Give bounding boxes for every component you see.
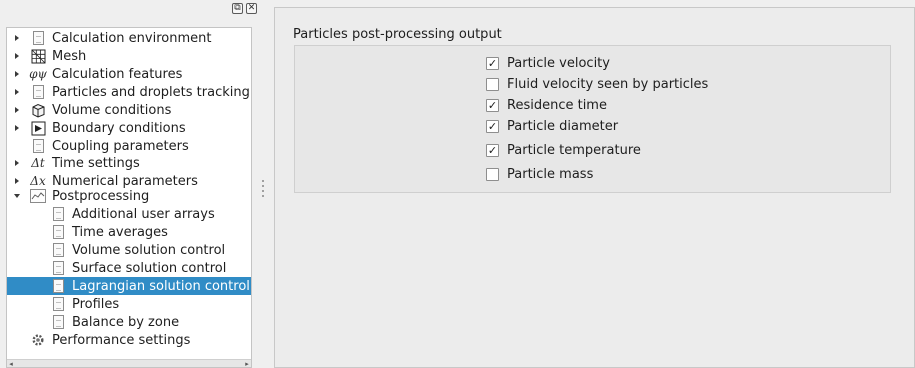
expand-arrow-icon[interactable] xyxy=(12,87,22,97)
navigation-tree[interactable]: Performance settings Balance by zone Profi… xyxy=(6,27,252,368)
checkmark-icon: ✓ xyxy=(487,98,498,112)
document-icon xyxy=(30,84,46,100)
tree-item[interactable]: Boundary conditions xyxy=(7,119,251,137)
document-icon xyxy=(30,138,46,154)
tree-item[interactable]: Calculation environment xyxy=(7,29,251,47)
tree-item-label: Balance by zone xyxy=(72,314,180,330)
tree-item-label: Additional user arrays xyxy=(72,206,215,222)
expand-arrow-icon[interactable] xyxy=(12,176,22,186)
checked-checkbox[interactable]: ✓ xyxy=(486,119,499,133)
option-checkbox-row[interactable]: Fluid velocity seen by particles xyxy=(486,75,708,93)
tree-item-label: Volume solution control xyxy=(72,242,226,258)
tree-item-label: Mesh xyxy=(52,48,87,64)
tree-item[interactable]: Δx Numerical parameters xyxy=(7,172,251,190)
expand-arrow-icon[interactable] xyxy=(12,51,22,61)
float-dock-button[interactable]: ⧉ xyxy=(232,3,243,14)
tree-item[interactable]: Performance settings xyxy=(7,331,251,349)
option-label: Particle mass xyxy=(507,166,594,182)
tree-item-label: Coupling parameters xyxy=(52,138,189,154)
tree-item-label: Calculation environment xyxy=(52,30,212,46)
delta-x-icon: Δx xyxy=(30,174,46,188)
tree-item[interactable]: Δt Time settings xyxy=(7,154,251,172)
checkmark-icon: ✓ xyxy=(487,119,498,133)
tree-item-label: Time averages xyxy=(72,224,168,240)
tree-item[interactable]: Time averages xyxy=(7,223,251,241)
expand-arrow-icon[interactable] xyxy=(12,158,22,168)
tree-item[interactable]: Volume conditions xyxy=(7,101,251,119)
tree-item[interactable]: Additional user arrays xyxy=(7,205,251,223)
checked-checkbox[interactable]: ✓ xyxy=(486,143,499,157)
tree-item-label: Calculation features xyxy=(52,66,183,82)
option-checkbox-row[interactable]: ✓ Particle diameter xyxy=(486,117,618,135)
checkmark-icon: ✓ xyxy=(487,56,498,70)
scroll-left-icon[interactable]: ◂ xyxy=(7,360,15,367)
expand-arrow-icon[interactable] xyxy=(12,33,22,43)
lagrangian-output-panel: Particles post-processing output ✓ Partic… xyxy=(274,7,915,368)
horizontal-scrollbar[interactable]: ◂ ▸ xyxy=(7,359,251,367)
option-checkbox-row[interactable]: ✓ Residence time xyxy=(486,96,607,114)
tree-item-label: Numerical parameters xyxy=(52,173,198,189)
chart-icon xyxy=(30,188,46,204)
checked-checkbox[interactable]: ✓ xyxy=(486,98,499,112)
dock-titlebar: ⧉ ✕ xyxy=(0,0,262,18)
tree-item[interactable]: Lagrangian solution control xyxy=(7,277,251,295)
close-dock-button[interactable]: ✕ xyxy=(246,3,257,14)
collapse-arrow-icon[interactable] xyxy=(12,191,22,201)
document-icon xyxy=(50,278,66,294)
phi-psi-icon: φψ xyxy=(29,67,47,81)
group-title: Particles post-processing output xyxy=(293,27,502,42)
gear-icon xyxy=(30,332,46,348)
delta-t-icon: Δt xyxy=(31,156,45,170)
tree-item[interactable]: Mesh xyxy=(7,47,251,65)
tree-item-label: Particles and droplets tracking xyxy=(52,84,250,100)
document-icon xyxy=(50,242,66,258)
tree-item-label: Profiles xyxy=(72,296,120,312)
option-label: Particle diameter xyxy=(507,118,619,134)
unchecked-checkbox[interactable] xyxy=(486,77,499,91)
tree-item[interactable]: Balance by zone xyxy=(7,313,251,331)
option-checkbox-row[interactable]: Particle mass xyxy=(486,165,593,183)
document-icon xyxy=(50,296,66,312)
unchecked-checkbox[interactable] xyxy=(486,167,499,181)
document-icon xyxy=(50,260,66,276)
document-icon xyxy=(50,314,66,330)
checkmark-icon: ✓ xyxy=(487,143,498,157)
tree-item[interactable]: Particles and droplets tracking xyxy=(7,83,251,101)
expand-arrow-icon[interactable] xyxy=(12,123,22,133)
output-options-group: ✓ Particle velocity Fluid velocity seen by… xyxy=(294,45,891,193)
expand-arrow-icon[interactable] xyxy=(12,105,22,115)
expand-arrow-icon[interactable] xyxy=(12,69,22,79)
option-checkbox-row[interactable]: ✓ Particle temperature xyxy=(486,141,641,159)
tree-item-label: Lagrangian solution control xyxy=(72,278,250,294)
boundary-icon xyxy=(30,120,46,136)
checked-checkbox[interactable]: ✓ xyxy=(486,56,499,70)
scroll-right-icon[interactable]: ▸ xyxy=(243,360,251,367)
tree-item-label: Boundary conditions xyxy=(52,120,186,136)
tree-item[interactable]: Volume solution control xyxy=(7,241,251,259)
splitter-handle[interactable] xyxy=(262,180,265,200)
cube-icon xyxy=(30,102,46,118)
document-icon xyxy=(50,224,66,240)
tree-item[interactable]: Profiles xyxy=(7,295,251,313)
option-label: Particle temperature xyxy=(507,142,641,158)
tree-item-label: Postprocessing xyxy=(52,188,150,204)
document-icon xyxy=(50,206,66,222)
tree-item[interactable]: Surface solution control xyxy=(7,259,251,277)
tree-item-label: Performance settings xyxy=(52,332,191,348)
tree-item[interactable]: φψ Calculation features xyxy=(7,65,251,83)
tree-item[interactable]: Coupling parameters xyxy=(7,137,251,155)
option-label: Particle velocity xyxy=(507,55,610,71)
mesh-icon xyxy=(30,48,46,64)
tree-item-label: Time settings xyxy=(52,155,140,171)
document-icon xyxy=(30,30,46,46)
option-label: Fluid velocity seen by particles xyxy=(507,76,709,92)
option-checkbox-row[interactable]: ✓ Particle velocity xyxy=(486,54,610,72)
option-label: Residence time xyxy=(507,97,607,113)
tree-item-label: Surface solution control xyxy=(72,260,227,276)
tree-item-label: Volume conditions xyxy=(52,102,172,118)
